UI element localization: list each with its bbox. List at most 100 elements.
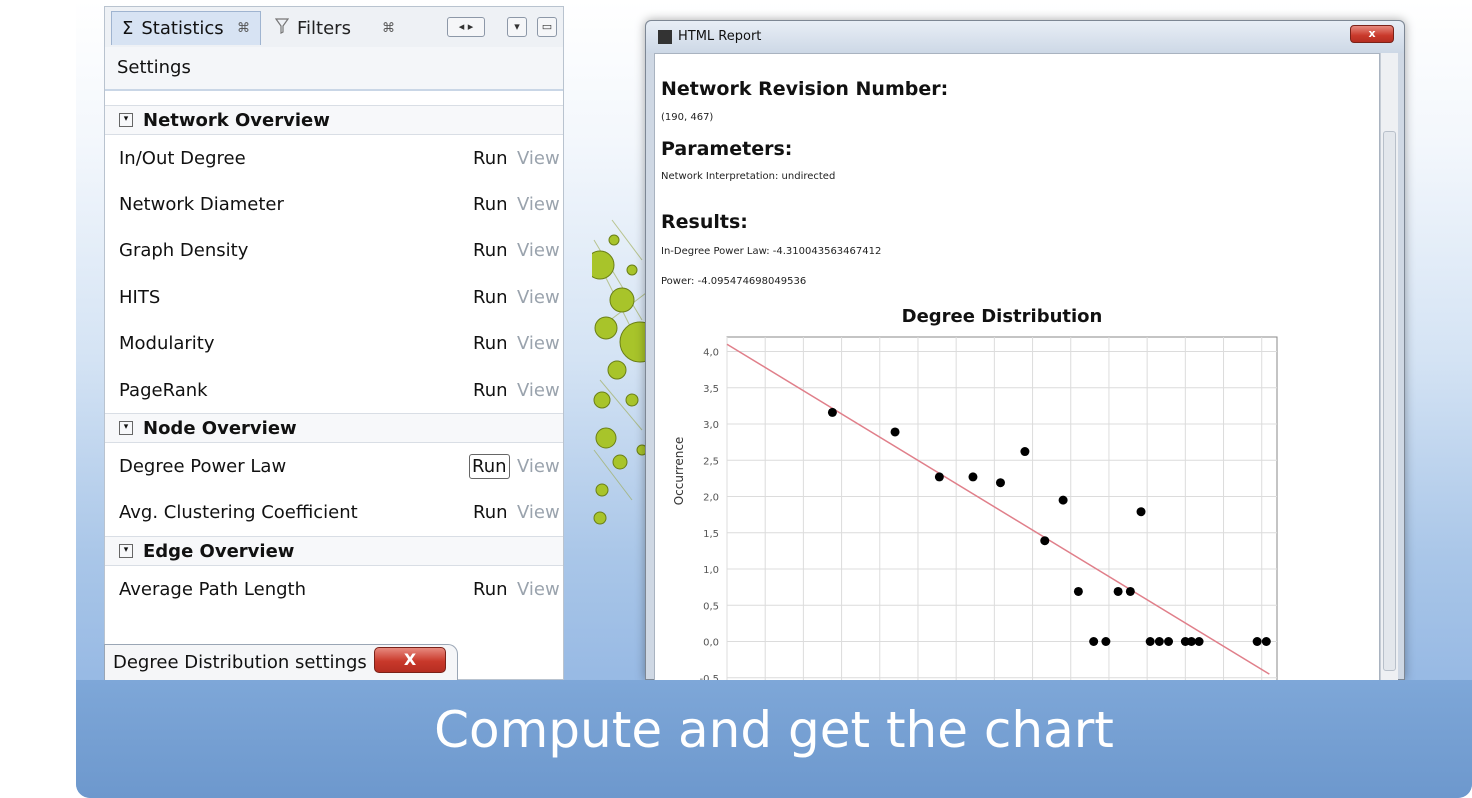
collapse-icon[interactable]: ▾ [119, 113, 133, 127]
collapse-icon[interactable]: ▾ [119, 544, 133, 559]
view-button[interactable]: View [517, 579, 560, 600]
y-tick-label: 4,0 [703, 348, 719, 359]
section-node-overview[interactable]: ▾ Node Overview [105, 413, 563, 444]
run-button[interactable]: Run [473, 502, 508, 523]
run-button[interactable]: Run [469, 454, 510, 480]
metric-label: Degree Power Law [119, 456, 287, 478]
report-content: Network Revision Number: (190, 467) Para… [654, 53, 1380, 681]
minimize-icon[interactable]: ▭ [537, 17, 557, 37]
tab-bar: Σ Statistics ⌘ Filters ⌘ ◂ ▸ ▾ ▭ [105, 7, 563, 47]
close-button[interactable]: X [374, 647, 446, 673]
section-edge-overview[interactable]: ▾ Edge Overview [105, 536, 563, 567]
y-tick-label: 0,0 [703, 638, 719, 649]
scrollbar-thumb[interactable] [1383, 131, 1396, 671]
data-point [995, 478, 1005, 488]
tab-filters[interactable]: Filters ⌘ [265, 11, 405, 45]
list-item: Graph Density Run View [105, 228, 563, 274]
funnel-icon [274, 17, 290, 39]
y-tick-label: 2,0 [703, 493, 719, 504]
network-graph [592, 219, 652, 525]
y-tick-label: 1,0 [703, 565, 719, 576]
run-button[interactable]: Run [473, 380, 508, 401]
tab-scroll-buttons[interactable]: ◂ ▸ [447, 17, 485, 37]
sigma-icon: Σ [122, 18, 134, 39]
data-point [1154, 637, 1164, 646]
data-point [1125, 586, 1135, 596]
data-point [1040, 536, 1050, 546]
view-button[interactable]: View [517, 380, 560, 401]
tab-statistics-label: Statistics [141, 18, 224, 39]
window-titlebar[interactable]: HTML Report x [646, 21, 1404, 53]
data-point [1113, 586, 1123, 596]
metric-label: In/Out Degree [119, 147, 246, 169]
window-title: HTML Report [678, 29, 762, 44]
view-button[interactable]: View [517, 148, 560, 169]
metric-label: PageRank [119, 379, 208, 401]
metric-label: Avg. Clustering Coefficient [119, 502, 358, 524]
list-item: Average Path Length Run View [105, 566, 563, 612]
y-tick-label: 2,5 [703, 456, 719, 467]
list-item: In/Out Degree Run View [105, 135, 563, 181]
close-tab-icon[interactable]: ⌘ [237, 21, 250, 36]
view-button[interactable]: View [517, 194, 560, 215]
data-point [1145, 637, 1155, 646]
run-button[interactable]: Run [473, 287, 508, 308]
y-axis-label: Occurrence [672, 437, 686, 506]
settings-link[interactable]: Settings [105, 47, 563, 91]
y-tick-label: 0,5 [703, 601, 719, 612]
vertical-scrollbar[interactable] [1380, 53, 1398, 681]
data-point [1194, 637, 1204, 646]
data-point [827, 407, 837, 417]
metric-label: Network Diameter [119, 194, 284, 216]
list-item: PageRank Run View [105, 367, 563, 413]
data-point [1164, 637, 1174, 646]
list-item: Network Diameter Run View [105, 181, 563, 227]
data-point [1101, 637, 1111, 646]
collapse-icon[interactable]: ▾ [119, 421, 133, 436]
tab-statistics[interactable]: Σ Statistics ⌘ [111, 11, 261, 45]
view-button[interactable]: View [517, 502, 560, 523]
chevron-down-icon[interactable]: ▾ [507, 17, 527, 37]
list-item: Modularity Run View [105, 321, 563, 367]
data-point [1089, 637, 1099, 646]
data-point [890, 427, 900, 437]
view-button[interactable]: View [517, 287, 560, 308]
list-item: Degree Power Law Run View [105, 443, 563, 489]
run-button[interactable]: Run [473, 148, 508, 169]
statistics-list: ▾ Network Overview In/Out Degree Run Vie… [105, 105, 563, 613]
data-point [968, 472, 978, 482]
data-point [1261, 637, 1271, 646]
close-icon[interactable]: x [1350, 25, 1394, 43]
list-item: HITS Run View [105, 274, 563, 320]
section-title: Node Overview [143, 417, 297, 439]
metric-label: Average Path Length [119, 578, 306, 600]
list-item: Avg. Clustering Coefficient Run View [105, 490, 563, 536]
tab-filters-label: Filters [297, 17, 351, 39]
run-button[interactable]: Run [473, 333, 508, 354]
section-network-overview[interactable]: ▾ Network Overview [105, 105, 563, 135]
section-title: Network Overview [143, 109, 330, 131]
run-button[interactable]: Run [473, 194, 508, 215]
run-button[interactable]: Run [473, 240, 508, 261]
view-button[interactable]: View [517, 456, 560, 477]
view-button[interactable]: View [517, 240, 560, 261]
section-title: Edge Overview [143, 540, 295, 562]
data-point [1252, 637, 1262, 646]
html-report-window: HTML Report x Network Revision Number: (… [645, 20, 1405, 681]
data-point [1020, 447, 1030, 457]
y-tick-label: 3,0 [703, 420, 719, 431]
close-tab-icon[interactable]: ⌘ [382, 21, 395, 36]
data-point [934, 472, 944, 482]
app-icon [658, 30, 672, 44]
statistics-panel: Σ Statistics ⌘ Filters ⌘ ◂ ▸ ▾ ▭ Setting… [104, 6, 564, 680]
caption-text: Compute and get the chart [434, 701, 1114, 759]
metric-label: HITS [119, 286, 161, 308]
data-point [1136, 507, 1146, 517]
run-button[interactable]: Run [473, 579, 508, 600]
y-tick-label: 1,5 [703, 529, 719, 540]
metric-label: Graph Density [119, 240, 249, 262]
degree-distribution-chart: Degree Distribution-0,50,00,51,01,52,02,… [672, 306, 1278, 680]
data-point [1073, 586, 1083, 596]
metric-label: Modularity [119, 333, 215, 355]
view-button[interactable]: View [517, 333, 560, 354]
